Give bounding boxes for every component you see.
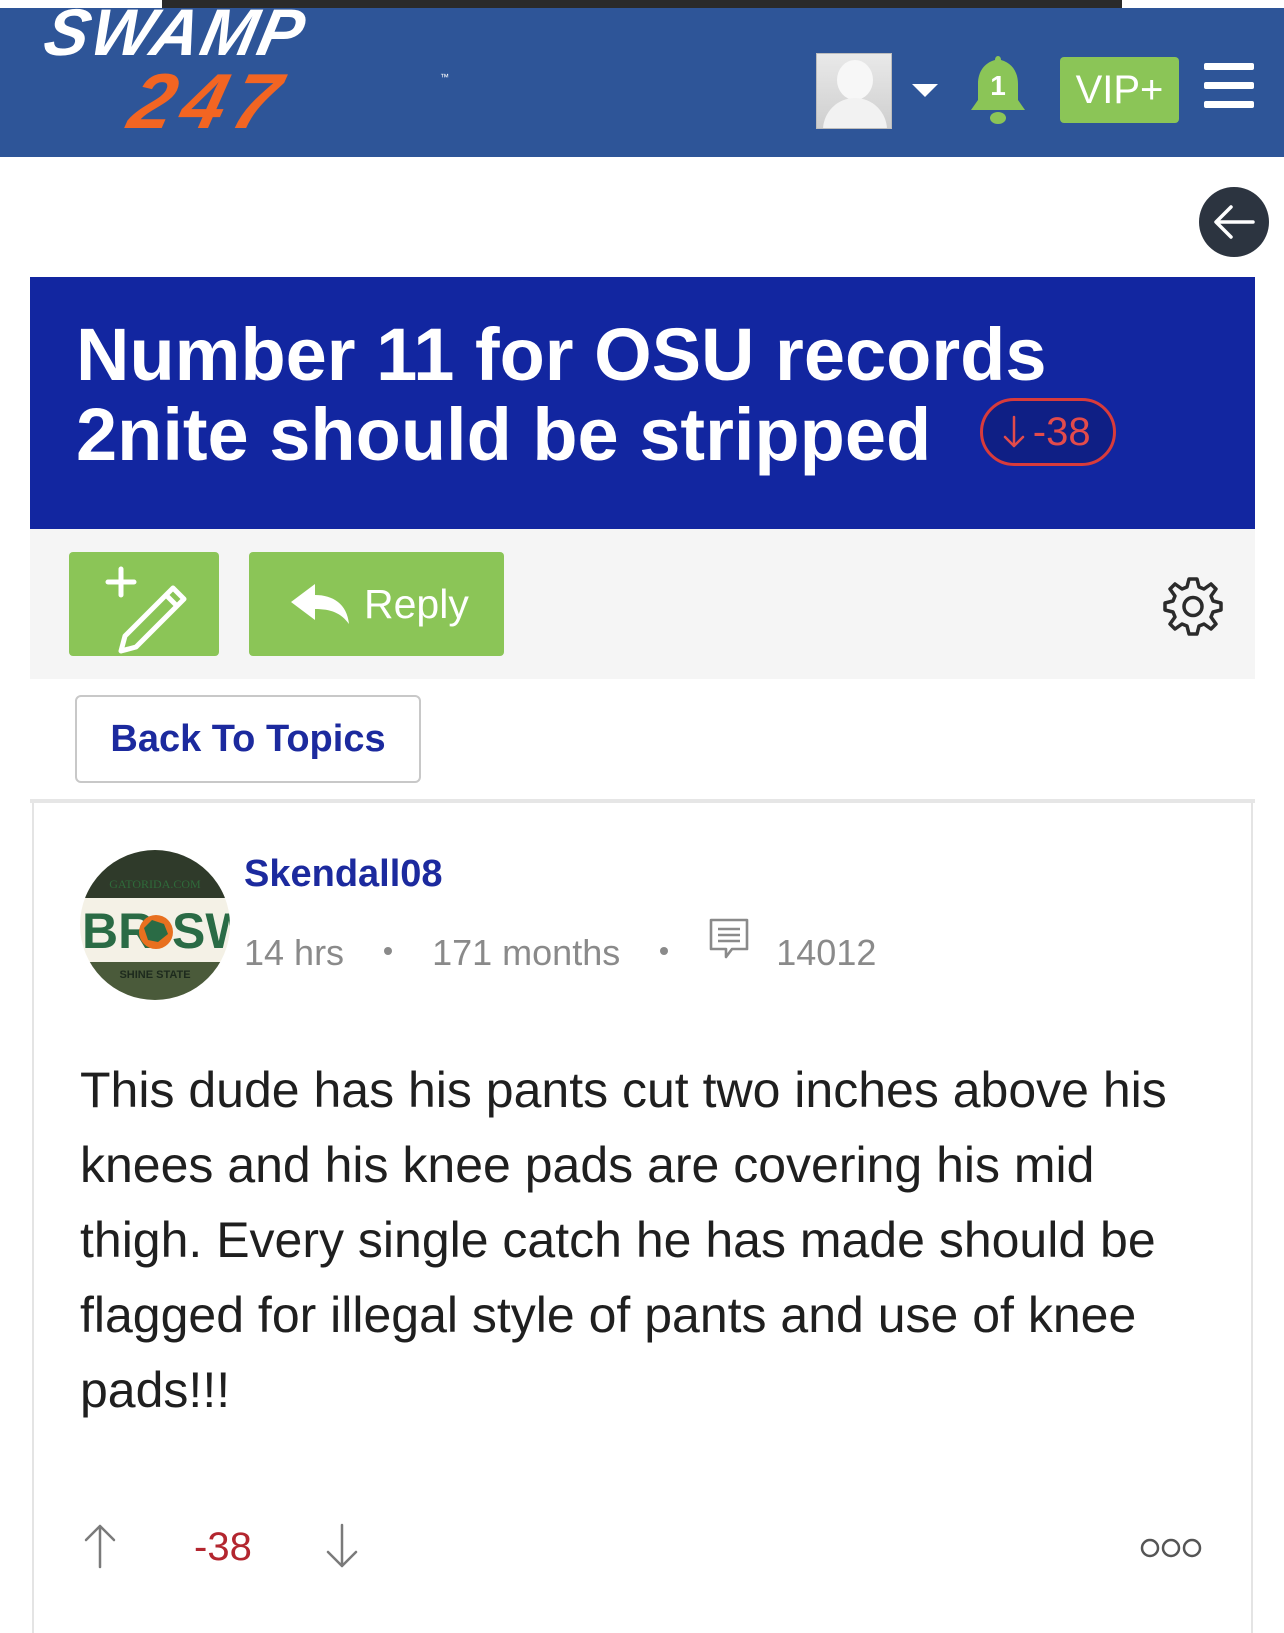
logo-247-text: 247: [121, 56, 298, 147]
arrow-down-icon: [1003, 415, 1025, 448]
site-logo[interactable]: SWAMP 247 ™: [38, 0, 560, 158]
avatar-head-shape: [837, 60, 873, 100]
user-avatar-button[interactable]: [816, 53, 892, 129]
post-author-username[interactable]: Skendall08: [244, 853, 443, 896]
logo-number: 247: [121, 57, 298, 145]
topic-score-value: -38: [1032, 410, 1091, 455]
dropdown-caret-icon[interactable]: [912, 84, 938, 97]
topic-action-bar: Reply: [30, 529, 1255, 679]
reply-button[interactable]: Reply: [249, 552, 504, 656]
post-time-ago: 14 hrs: [244, 932, 345, 974]
avatar-plate-top-text: GATORIDA.COM: [109, 877, 201, 891]
meta-separator-dot: [384, 947, 393, 956]
post-meta-row: 14 hrs 171 months 14012: [244, 918, 876, 973]
message-icon: [709, 918, 749, 959]
topic-score-badge: -38: [979, 398, 1116, 467]
topic-title: Number 11 for OSU records 2nite should b…: [76, 315, 1226, 475]
post-vote-score: -38: [194, 1525, 252, 1569]
post-card: GATORIDA.COM BR SWA SHINE STATE Skendall…: [32, 803, 1253, 1633]
post-body: This dude has his pants cut two inches a…: [80, 1062, 1167, 1418]
avatar-body-shape: [823, 98, 887, 128]
more-options-icon[interactable]: [1140, 1537, 1202, 1559]
arrow-down-icon[interactable]: [324, 1523, 360, 1569]
vip-button[interactable]: VIP+: [1060, 57, 1179, 123]
reply-label: Reply: [364, 581, 469, 627]
notification-count: 1: [990, 70, 1006, 101]
new-post-pencil-icon: [105, 566, 187, 654]
meta-separator-dot: [660, 947, 669, 956]
back-button[interactable]: [1199, 187, 1269, 257]
arrow-left-icon: [1214, 205, 1255, 239]
new-topic-button[interactable]: [69, 552, 219, 656]
site-header: SWAMP 247 ™ 1 VIP+: [0, 0, 1284, 158]
reply-arrow-icon: [291, 584, 349, 624]
post-author-avatar[interactable]: GATORIDA.COM BR SWA SHINE STATE: [80, 850, 230, 1000]
logo-trademark: ™: [440, 72, 449, 82]
topic-title-banner: Number 11 for OSU records 2nite should b…: [30, 277, 1255, 529]
topic-title-text: Number 11 for OSU records 2nite should b…: [76, 313, 1047, 476]
arrow-up-icon[interactable]: [82, 1523, 118, 1569]
avatar-plate-right-text: SWA: [172, 903, 230, 959]
author-membership-length: 171 months: [432, 932, 621, 974]
avatar-plate-bottom-text: SHINE STATE: [119, 969, 190, 981]
author-post-count: 14012: [776, 932, 877, 974]
hamburger-menu-icon[interactable]: [1204, 63, 1254, 109]
gear-icon[interactable]: [1162, 575, 1224, 637]
back-to-topics-button[interactable]: Back To Topics: [75, 695, 421, 783]
license-plate-avatar-image: GATORIDA.COM BR SWA SHINE STATE: [80, 850, 230, 1000]
